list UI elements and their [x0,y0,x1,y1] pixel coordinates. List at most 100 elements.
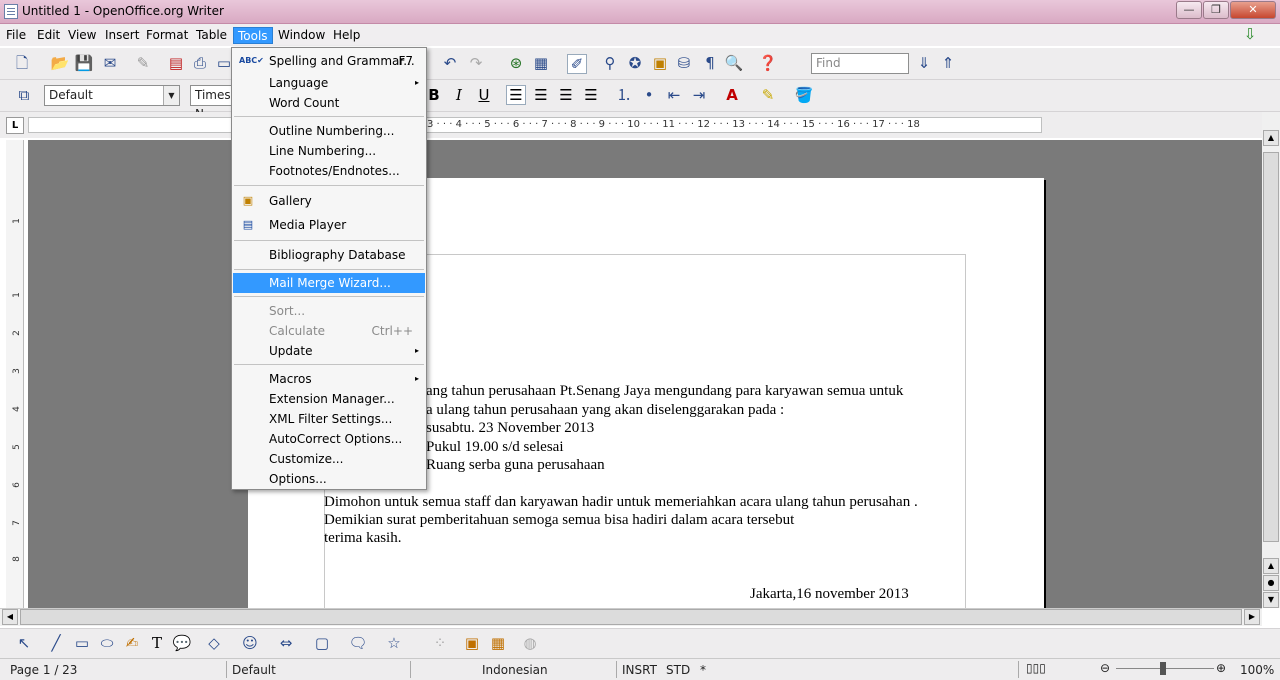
numbering-icon[interactable]: ⒈ [614,86,634,104]
find-replace-icon[interactable]: ⚲ [600,54,620,72]
email-icon[interactable]: ✉ [100,54,120,72]
formatting-marks-icon[interactable]: ¶ [700,54,720,72]
stars-icon[interactable]: ☆ [384,634,404,652]
menu-item-options[interactable]: Options... [233,469,425,489]
ellipse-icon[interactable]: ⬭ [97,634,117,652]
points-icon[interactable]: ⁘ [430,634,450,652]
scroll-left-icon[interactable]: ◀ [2,609,18,625]
menu-item-autocorrect[interactable]: AutoCorrect Options... [233,429,425,449]
doc-line[interactable]: Jakarta,16 november 2013 [750,586,909,603]
previous-page-icon[interactable]: ▲ [1263,558,1279,574]
data-sources-icon[interactable]: ⛁ [674,54,694,72]
menu-item-macros[interactable]: Macros ▸ [233,369,425,389]
menu-item-spelling[interactable]: ABC✔ Spelling and Grammar... F7 [233,51,425,71]
menu-item-bibliography[interactable]: Bibliography Database [233,245,425,265]
italic-icon[interactable]: I [449,86,469,104]
zoom-level[interactable]: 100% [1240,663,1274,677]
callout-shapes-icon[interactable]: 🗨 [348,634,368,652]
navigation-icon[interactable]: ● [1263,575,1279,591]
background-color-icon[interactable]: 🪣 [794,86,814,104]
hyperlink-icon[interactable]: ⊛ [506,54,526,72]
text-icon[interactable]: T [147,634,167,652]
menu-item-mail-merge[interactable]: Mail Merge Wizard... [233,273,425,293]
doc-line[interactable]: Demikian surat pemberitahuan semoga semu… [324,512,794,529]
select-icon[interactable]: ↖ [14,634,34,652]
styles-formatting-icon[interactable]: ⧉ [14,86,34,104]
menu-file[interactable]: File [2,27,30,44]
update-download-icon[interactable]: ⇩ [1240,25,1260,43]
decrease-indent-icon[interactable]: ⇤ [664,86,684,104]
edit-file-icon[interactable]: ✎ [133,54,153,72]
fontwork-icon[interactable]: ▣ [462,634,482,652]
horizontal-ruler[interactable]: 3 · · · 4 · · · 5 · · · 6 · · · 7 · · · … [28,117,1042,133]
vertical-scrollbar[interactable]: ▲ ▲ ● ▼ [1262,112,1280,608]
save-icon[interactable]: 💾 [74,54,94,72]
tab-type-selector[interactable]: L [6,117,24,134]
highlighting-icon[interactable]: ✎ [758,86,778,104]
bullets-icon[interactable]: • [639,86,659,104]
show-draw-functions-icon[interactable]: ✐ [567,54,587,74]
line-icon[interactable]: ╱ [46,634,66,652]
bold-icon[interactable]: B [424,86,444,104]
font-name-select[interactable]: Times N [190,85,234,121]
menu-item-gallery[interactable]: ▣ Gallery [233,191,425,211]
menu-item-xml-filter[interactable]: XML Filter Settings... [233,409,425,429]
font-color-icon[interactable]: A [722,86,742,104]
vertical-ruler[interactable]: 1 1 2 3 4 5 6 7 8 [6,140,24,608]
freeform-icon[interactable]: ✍ [122,634,142,652]
page-indicator[interactable]: Page 1 / 23 [10,663,77,677]
callouts-icon[interactable]: 💬 [172,634,192,652]
menu-edit[interactable]: Edit [33,27,64,44]
rectangle-icon[interactable]: ▭ [72,634,92,652]
menu-window[interactable]: Window [274,27,329,44]
next-page-icon[interactable]: ▼ [1263,592,1279,608]
symbol-shapes-icon[interactable]: ☺ [240,634,260,652]
menu-item-line-numbering[interactable]: Line Numbering... [233,141,425,161]
zoom-out-icon[interactable]: ⊖ [1100,661,1110,675]
menu-item-word-count[interactable]: Word Count [233,93,425,113]
doc-line[interactable]: a ulang tahun perusahaan yang akan disel… [426,402,784,419]
menu-table[interactable]: Table [192,27,231,44]
selection-mode[interactable]: STD [666,663,690,677]
find-previous-icon[interactable]: ⇑ [938,54,958,72]
undo-icon[interactable]: ↶ [440,54,460,72]
doc-line[interactable]: susabtu. 23 November 2013 [426,420,594,437]
minimize-button[interactable]: — [1176,1,1202,19]
help-icon[interactable]: ❓ [758,54,778,72]
find-next-icon[interactable]: ⇓ [914,54,934,72]
close-button[interactable]: ✕ [1230,1,1276,19]
doc-line[interactable]: Dimohon untuk semua staff dan karyawan h… [324,494,918,511]
scroll-up-icon[interactable]: ▲ [1263,130,1279,146]
align-center-icon[interactable]: ☰ [531,86,551,104]
document-area[interactable]: ang tahun perusahaan Pt.Senang Jaya meng… [28,140,1262,608]
hscroll-thumb[interactable] [20,609,1242,625]
horizontal-scrollbar[interactable]: ◀ ▶ [0,608,1262,626]
zoom-slider-handle[interactable] [1160,662,1166,675]
from-file-icon[interactable]: ▦ [488,634,508,652]
find-input[interactable]: Find [811,53,909,74]
align-right-icon[interactable]: ☰ [556,86,576,104]
menu-format[interactable]: Format [142,27,192,44]
page-style[interactable]: Default [232,663,276,677]
basic-shapes-icon[interactable]: ◇ [204,634,224,652]
print-icon[interactable]: ⎙ [190,54,210,72]
export-pdf-icon[interactable]: ▤ [166,54,186,72]
doc-line[interactable]: terima kasih. [324,530,401,547]
gallery-toolbar-icon[interactable]: ▣ [650,54,670,72]
extrusion-icon[interactable]: ◍ [520,634,540,652]
menu-item-language[interactable]: Language ▸ [233,73,425,93]
doc-line[interactable]: Pukul 19.00 s/d selesai [426,439,564,456]
scroll-right-icon[interactable]: ▶ [1244,609,1260,625]
insert-mode[interactable]: INSRT [622,663,657,677]
menu-item-customize[interactable]: Customize... [233,449,425,469]
open-folder-icon[interactable]: 📂 [50,54,70,72]
zoom-in-icon[interactable]: ⊕ [1216,661,1226,675]
view-layout-icon[interactable]: ▯▯▯ [1026,661,1046,675]
align-left-icon[interactable]: ☰ [506,85,526,105]
menu-insert[interactable]: Insert [101,27,143,44]
language-indicator[interactable]: Indonesian [482,663,548,677]
menu-help[interactable]: Help [329,27,364,44]
menu-item-footnotes[interactable]: Footnotes/Endnotes... [233,161,425,181]
justify-icon[interactable]: ☰ [581,86,601,104]
menu-view[interactable]: View [64,27,100,44]
